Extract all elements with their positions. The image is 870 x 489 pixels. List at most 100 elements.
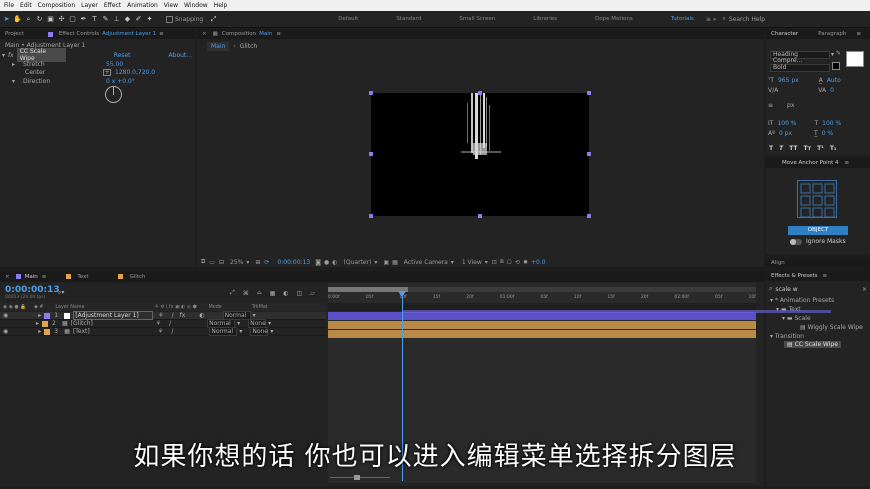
layer-name[interactable]: [Text] xyxy=(73,328,153,335)
column-trkmat[interactable]: TrkMat xyxy=(252,305,268,310)
ignore-masks-toggle[interactable] xyxy=(790,238,802,245)
search-help-input[interactable]: Search Help xyxy=(729,16,765,23)
workspace-tutorials[interactable]: Tutorials xyxy=(671,16,694,22)
selection-tool-icon[interactable]: ➤ xyxy=(2,15,11,24)
graph-editor-icon[interactable]: ◫ xyxy=(296,290,302,297)
workspace-dope-motions[interactable]: Dope Motions xyxy=(595,16,633,22)
work-area-range[interactable] xyxy=(328,287,408,292)
timeline-current-time[interactable]: 0:00:00:13 xyxy=(5,285,60,295)
chevron-down-icon[interactable]: ▾ xyxy=(374,259,377,266)
brush-tool-icon[interactable]: ✎ xyxy=(101,15,110,24)
layer-row-1[interactable]: ◉ ▸ 1 [Adjustment Layer 1] ⚘ / fx ◐ Norm… xyxy=(0,311,326,320)
roto-tool-icon[interactable]: ✐ xyxy=(134,15,143,24)
panel-menu-icon[interactable]: ≡ xyxy=(159,31,164,37)
playhead-handle-icon[interactable] xyxy=(398,291,406,297)
fast-preview-icon[interactable]: ⟲ xyxy=(515,259,520,266)
column-layer-name[interactable]: Layer Name xyxy=(55,305,84,310)
panel-menu-icon[interactable]: ≡ xyxy=(276,31,281,37)
menu-help[interactable]: Help xyxy=(214,2,228,9)
menu-composition[interactable]: Composition xyxy=(38,2,75,9)
baseline-value[interactable]: 0 px xyxy=(779,130,792,137)
adjustment-switch-icon[interactable]: ◐ xyxy=(199,312,204,319)
effect-row-cc-scale-wipe[interactable]: ▾ fx CC Scale Wipe Reset About... xyxy=(2,48,192,62)
panel-menu-icon[interactable]: ≡ xyxy=(845,160,850,166)
panel-menu-icon[interactable]: ≡ xyxy=(42,274,47,280)
chevron-down-icon[interactable]: ▾ xyxy=(2,52,5,59)
hand-tool-icon[interactable]: ✋ xyxy=(13,15,22,24)
clone-tool-icon[interactable]: ⊥ xyxy=(112,15,121,24)
menu-layer[interactable]: Layer xyxy=(81,2,98,9)
mode-select[interactable]: Normal xyxy=(209,327,238,336)
fill-color-swatch[interactable] xyxy=(846,51,864,67)
leading-value[interactable]: Auto xyxy=(827,77,841,84)
layer-bar-text[interactable] xyxy=(328,330,756,338)
layout-icon[interactable]: ⊡ xyxy=(492,259,497,266)
chevron-right-icon[interactable]: ▸ xyxy=(38,328,41,335)
resolution-icon[interactable]: ⊞ xyxy=(255,259,260,266)
pan-behind-tool-icon[interactable]: ✣ xyxy=(57,15,66,24)
grid-icon[interactable]: ▦ xyxy=(392,259,398,266)
tree-item-animation-presets[interactable]: ▾ * Animation Presets xyxy=(770,297,834,304)
track-layer-3[interactable] xyxy=(328,330,756,338)
time-ruler[interactable]: 0:00f 05f 10f 15f 20f 01:00f 05f 10f 15f… xyxy=(328,293,756,301)
zoom-select[interactable]: 25% xyxy=(230,259,243,266)
reset-button[interactable]: Reset xyxy=(114,52,131,59)
small-caps-button[interactable]: Tт xyxy=(804,145,812,152)
visibility-icon[interactable]: ◉ xyxy=(3,328,8,335)
menu-animation[interactable]: Animation xyxy=(127,2,158,9)
puppet-tool-icon[interactable]: ✦ xyxy=(145,15,154,24)
layer-bar-glitch[interactable] xyxy=(328,321,756,329)
show-channel-icon[interactable]: ● xyxy=(324,259,329,266)
unit-label[interactable]: px xyxy=(787,102,794,109)
layer-label-color[interactable] xyxy=(44,328,51,335)
motion-blur-icon[interactable]: ◐ xyxy=(283,290,288,297)
chevron-down-icon[interactable]: ▾ xyxy=(485,259,488,266)
chevron-down-icon[interactable]: ▾ xyxy=(270,328,273,335)
layer-bar-adjustment[interactable] xyxy=(328,312,756,320)
quality-switch-icon[interactable]: / xyxy=(171,328,173,335)
transform-handle-mr[interactable] xyxy=(587,152,591,156)
effect-controls-target[interactable]: Adjustment Layer 1 xyxy=(102,31,156,37)
font-family-select[interactable]: Heading Compre... xyxy=(770,51,830,64)
track-layer-2[interactable] xyxy=(328,321,756,329)
exposure-icon[interactable]: ✹ xyxy=(523,259,528,266)
transform-handle-br[interactable] xyxy=(587,214,591,218)
composition-canvas[interactable] xyxy=(369,91,591,218)
shy-switch-icon[interactable]: ⚘ xyxy=(158,328,163,335)
view-select[interactable]: 1 View xyxy=(462,259,482,266)
chevron-down-icon[interactable]: ▾ xyxy=(268,320,271,327)
direction-dial[interactable] xyxy=(105,86,122,103)
tree-item-scale[interactable]: ▾ ▬ Scale xyxy=(782,315,811,322)
align-title[interactable]: Align xyxy=(771,260,785,266)
rotate-tool-icon[interactable]: ↻ xyxy=(35,15,44,24)
effects-search-input[interactable]: scale w xyxy=(775,286,797,293)
prop-value-stretch[interactable]: 55.00 xyxy=(106,61,123,68)
quality-switch-icon[interactable]: / xyxy=(172,312,174,319)
pen-tool-icon[interactable]: ✒ xyxy=(79,15,88,24)
layer-row-3[interactable]: ◉ ▸ 3 ▦ [Text] ⚘ / Normal ▾ None ▾ xyxy=(0,327,326,336)
snapshot-icon[interactable]: ◙ xyxy=(315,259,321,266)
workspace-small-screen[interactable]: Small Screen xyxy=(459,16,495,22)
chevron-down-icon[interactable]: ▾ xyxy=(831,51,834,58)
tab-paragraph[interactable]: Paragraph xyxy=(818,31,846,37)
chevron-down-icon[interactable]: ▾ xyxy=(451,259,454,266)
current-time[interactable]: 0:00:00:13 xyxy=(277,259,310,266)
subscript-button[interactable]: T₁ xyxy=(830,145,837,152)
workspace-default[interactable]: Default xyxy=(338,16,358,22)
vr-icon[interactable]: ▭ xyxy=(209,259,215,266)
search-icon[interactable]: ⌕▾ xyxy=(58,289,64,297)
region-icon[interactable]: ▣ xyxy=(383,259,389,266)
column-mode[interactable]: Mode xyxy=(209,305,222,310)
chevron-down-icon[interactable]: ▾ xyxy=(239,328,242,335)
camera-tool-icon[interactable]: ▣ xyxy=(46,15,55,24)
stroke-color-swatch[interactable] xyxy=(832,62,840,70)
work-area-bar[interactable] xyxy=(328,287,756,292)
workspace-standard[interactable]: Standard xyxy=(396,16,421,22)
snap-options-icon[interactable]: ⤢ xyxy=(209,15,218,24)
shy-switch-icon[interactable]: ⚘ xyxy=(156,320,161,327)
transparency-icon[interactable]: ⟳ xyxy=(264,259,269,266)
subtab-main[interactable]: Main xyxy=(207,42,230,51)
menu-file[interactable]: File xyxy=(4,2,14,9)
about-button[interactable]: About... xyxy=(169,52,192,59)
tab-effect-controls[interactable]: Effect Controls xyxy=(59,31,99,37)
